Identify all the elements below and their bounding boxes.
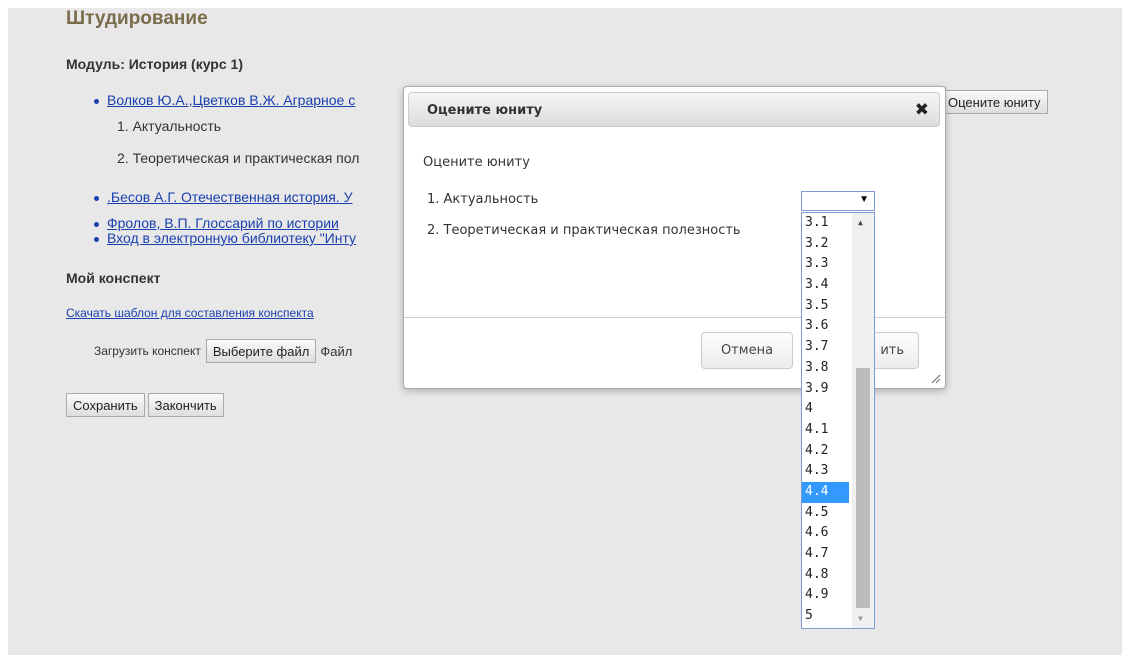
choose-file-button[interactable]: Выберите файл — [205, 339, 317, 363]
scroll-up-icon[interactable]: ▲ — [858, 218, 863, 227]
rating-options-list[interactable]: 3.1 3.2 3.3 3.4 3.5 3.6 3.7 3.8 3.9 4 4.1 4.2 4.3 4.4… — [801, 212, 875, 629]
scroll-thumb[interactable] — [856, 368, 870, 608]
konspekt-heading: Мой конспект — [66, 270, 161, 286]
option-item[interactable]: 4.5 — [802, 503, 849, 524]
option-item[interactable]: 3.8 — [802, 358, 849, 379]
list-item: Волков Ю.А.,Цветков В.Ж. Аграрное с — [94, 92, 355, 108]
rating-select[interactable]: ▼ — [801, 191, 875, 211]
resize-grip-icon[interactable] — [931, 374, 941, 384]
option-item[interactable]: 4.9 — [802, 585, 849, 606]
library-link[interactable]: Вход в электронную библиотеку "Инту — [107, 230, 356, 246]
resource-link[interactable]: Фролов, В.П. Глоссарий по истории — [107, 215, 339, 231]
scrollbar[interactable]: ▲ ▼ — [852, 213, 874, 628]
list-item: .Бесов А.Г. Отечественная история. У — [94, 189, 352, 205]
option-item[interactable]: 4.3 — [802, 461, 849, 482]
option-item[interactable]: 3.2 — [802, 234, 849, 255]
option-item[interactable]: 3.9 — [802, 379, 849, 400]
option-item[interactable]: 3.3 — [802, 254, 849, 275]
chevron-down-icon: ▼ — [859, 194, 869, 205]
option-item[interactable]: 4.4 — [802, 481, 849, 503]
list-item: Вход в электронную библиотеку "Инту — [94, 230, 356, 246]
rate-unit-button[interactable]: Оцените юниту — [941, 90, 1048, 114]
resource-link[interactable]: .Бесов А.Г. Отечественная история. У — [107, 189, 352, 205]
bullet-dot — [94, 236, 99, 242]
option-item[interactable]: 4.8 — [802, 565, 849, 586]
dialog-subtitle: Оцените юниту — [423, 155, 530, 170]
finish-button[interactable]: Закончить — [147, 393, 224, 417]
form-actions: Сохранить Закончить — [66, 393, 224, 417]
question-label: 1. Актуальность — [427, 192, 539, 207]
option-item[interactable]: 4.1 — [802, 420, 849, 441]
module-heading: Модуль: История (курс 1) — [66, 56, 243, 72]
option-item[interactable]: 5 — [802, 606, 849, 627]
close-icon[interactable]: ✖ — [915, 100, 929, 120]
option-item[interactable]: 3.1 — [802, 213, 849, 234]
option-item[interactable]: 4 — [802, 399, 849, 420]
option-item[interactable]: 3.7 — [802, 337, 849, 358]
option-item[interactable]: 3.6 — [802, 316, 849, 337]
list-item: Фролов, В.П. Глоссарий по истории — [94, 215, 339, 231]
bullet-dot — [94, 98, 99, 104]
sub-item: 1. Актуальность — [117, 118, 222, 134]
dialog-title: Оцените юниту — [427, 103, 543, 118]
bullet-dot — [94, 195, 99, 201]
bullet-dot — [94, 221, 99, 227]
option-item[interactable]: 4.7 — [802, 544, 849, 565]
option-item[interactable]: 4.6 — [802, 523, 849, 544]
cancel-button[interactable]: Отмена — [701, 332, 793, 369]
scroll-down-icon[interactable]: ▼ — [858, 614, 863, 623]
upload-label: Загрузить конспект — [94, 344, 201, 358]
page-title: Штудирование — [66, 8, 208, 29]
save-button[interactable]: Сохранить — [66, 393, 145, 417]
dialog-header: Оцените юниту ✖ — [408, 92, 940, 127]
download-template-link[interactable]: Скачать шаблон для составления конспекта — [66, 306, 314, 320]
resource-link[interactable]: Волков Ю.А.,Цветков В.Ж. Аграрное с — [107, 92, 355, 108]
question-label: 2. Теоретическая и практическая полезнос… — [427, 223, 741, 238]
option-item[interactable]: 4.2 — [802, 441, 849, 462]
option-item[interactable]: 3.5 — [802, 296, 849, 317]
sub-item: 2. Теоретическая и практическая пол — [117, 150, 360, 166]
file-status: Файл — [320, 343, 353, 359]
option-item[interactable]: 3.4 — [802, 275, 849, 296]
upload-row: Загрузить конспект Выберите файл Файл — [94, 339, 352, 363]
